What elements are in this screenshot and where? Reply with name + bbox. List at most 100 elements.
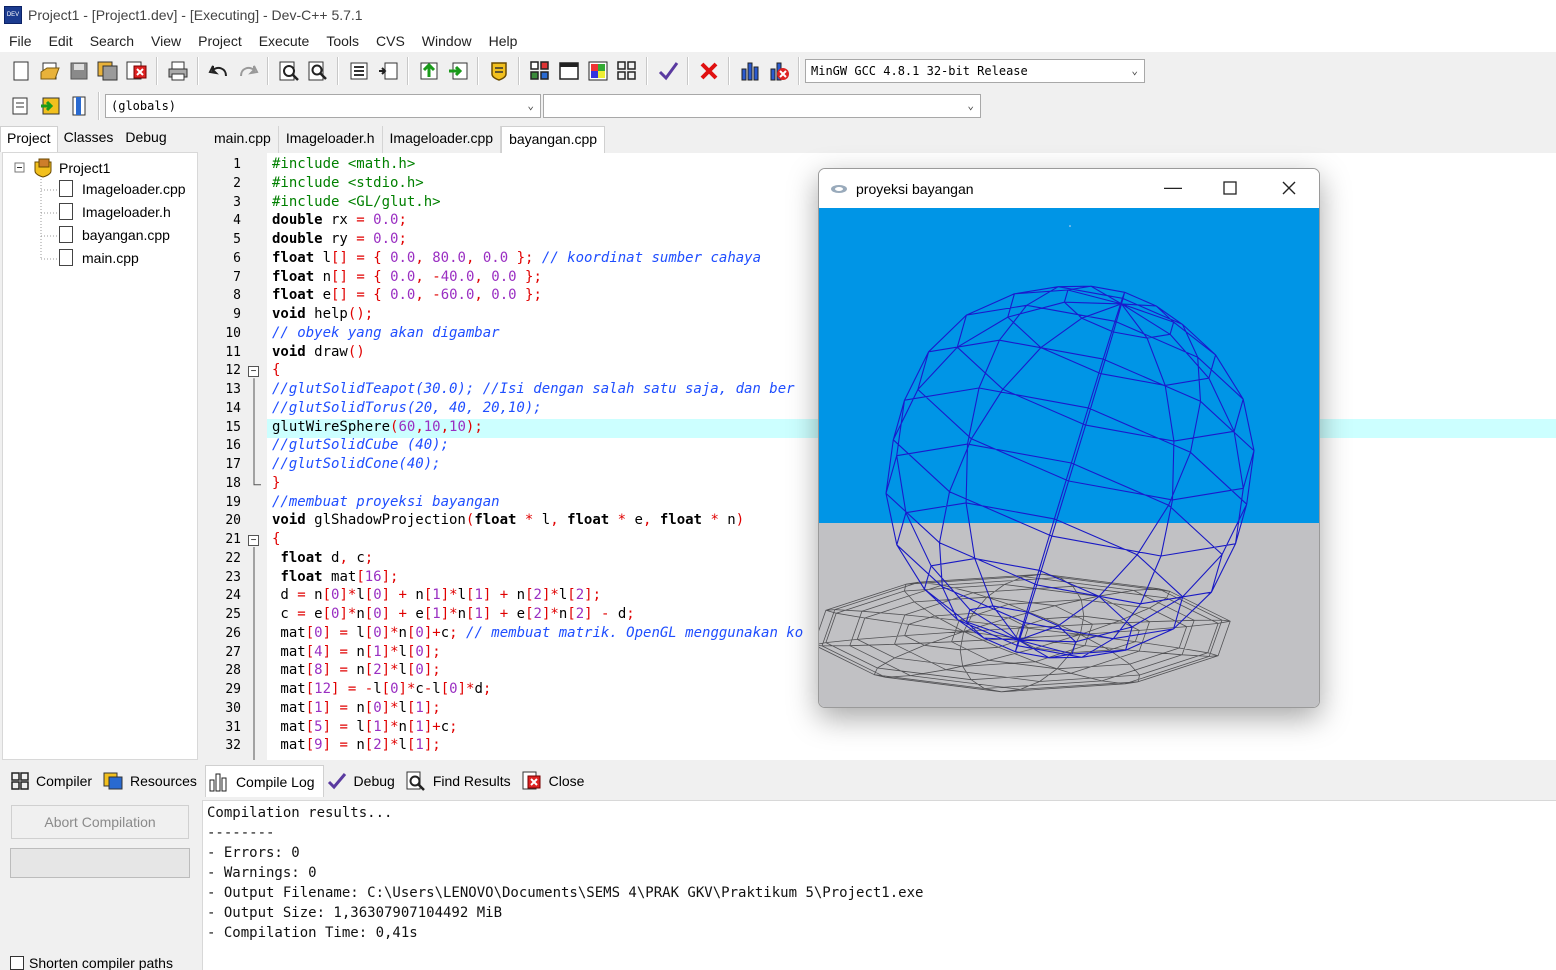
run-button[interactable] — [556, 58, 582, 84]
menu-cvs[interactable]: CVS — [367, 33, 413, 49]
tab-label: Compile Log — [235, 773, 315, 790]
minimize-icon: — — [1164, 177, 1182, 197]
compile-button[interactable] — [527, 58, 553, 84]
gl-window-titlebar[interactable]: proyeksi bayangan — [819, 169, 1319, 208]
tree-file-bayangan-cpp[interactable]: bayangan.cpp — [59, 226, 170, 243]
bar-chart-icon — [741, 62, 758, 81]
chevron-down-icon: ⌄ — [1131, 64, 1138, 77]
toggle-bookmark-button[interactable] — [66, 93, 92, 119]
project-options-icon — [490, 62, 507, 81]
source-file-icon — [59, 249, 73, 266]
insert-button[interactable] — [8, 93, 34, 119]
shorten-paths-checkbox[interactable] — [10, 956, 24, 970]
tab-classes[interactable]: Classes — [58, 126, 120, 152]
gl-window-title: proyeksi bayangan — [856, 180, 974, 197]
new-file-icon — [13, 61, 28, 81]
log-line: - Warnings: 0 — [207, 865, 317, 881]
undo-button[interactable] — [206, 58, 232, 84]
print-button[interactable] — [165, 58, 191, 84]
menu-search[interactable]: Search — [81, 33, 142, 49]
save-all-button[interactable] — [95, 58, 121, 84]
tab-compile-log[interactable]: Compile Log — [204, 765, 324, 797]
redo-icon — [239, 65, 258, 77]
stop-execution-button[interactable] — [696, 58, 722, 84]
gl-sky — [819, 208, 1319, 523]
tab-imageloader-h[interactable]: Imageloader.h — [279, 126, 383, 153]
open-button[interactable] — [37, 58, 63, 84]
code-line: mat[9] = n[2]*l[1]; — [272, 737, 441, 754]
tab-label: Compiler — [36, 773, 93, 789]
project-options-button[interactable] — [486, 58, 512, 84]
close-file-button[interactable] — [124, 58, 150, 84]
tree-file-imageloader-h[interactable]: Imageloader.h — [59, 203, 171, 220]
profile-button[interactable] — [737, 58, 763, 84]
function-select[interactable]: ⌄ — [543, 94, 981, 118]
code-line: //glutSolidTeapot(30.0); //Isi dengan sa… — [272, 381, 795, 397]
log-line: - Output Size: 1,36307907104492 MiB — [207, 905, 503, 921]
log-line: Compilation results... — [207, 805, 393, 821]
syntax-check-button[interactable] — [655, 58, 681, 84]
compiler-select[interactable]: MinGW GCC 4.8.1 32-bit Release ⌄ — [805, 59, 1145, 83]
remove-from-project-icon — [448, 62, 467, 80]
tree-file-imageloader-cpp[interactable]: Imageloader.cpp — [59, 180, 186, 197]
menu-window[interactable]: Window — [413, 33, 480, 49]
tab-debug-output[interactable]: Debug — [324, 765, 403, 797]
open-folder-icon — [40, 62, 60, 80]
save-button[interactable] — [66, 58, 92, 84]
redo-button[interactable] — [235, 58, 261, 84]
tab-debug[interactable]: Debug — [119, 126, 172, 152]
gl-floor-tint — [819, 523, 1319, 707]
unindent-button[interactable] — [375, 58, 401, 84]
tab-project[interactable]: Project — [0, 126, 58, 152]
log-line: -------- — [207, 825, 275, 841]
title-bar: DEV Project1 - [Project1.dev] - [Executi… — [0, 0, 1556, 30]
indent-button[interactable] — [346, 58, 372, 84]
menu-project[interactable]: Project — [189, 33, 250, 49]
replace-button[interactable] — [305, 58, 331, 84]
checkmark-icon — [658, 62, 678, 81]
new-file-button[interactable] — [8, 58, 34, 84]
tab-imageloader-cpp[interactable]: Imageloader.cpp — [383, 126, 502, 153]
rebuild-all-button[interactable] — [614, 58, 640, 84]
code-line: //glutSolidCube (40); — [272, 437, 450, 454]
code-line: double rx = 0.0; — [272, 212, 407, 229]
window-title: Project1 - [Project1.dev] - [Executing] … — [28, 7, 363, 23]
menu-execute[interactable]: Execute — [250, 33, 318, 49]
delete-profile-button[interactable] — [766, 58, 792, 84]
menu-tools[interactable]: Tools — [317, 33, 367, 49]
compile-run-button[interactable] — [585, 58, 611, 84]
abort-compilation-button[interactable]: Abort Compilation — [11, 805, 189, 839]
close-button[interactable] — [1275, 177, 1303, 201]
code-line: #include <stdio.h> — [272, 174, 424, 191]
chevron-down-icon: ⌄ — [527, 99, 534, 112]
gl-output-window[interactable]: proyeksi bayangan — — [818, 168, 1320, 708]
add-to-project-button[interactable] — [416, 58, 442, 84]
tab-main-cpp[interactable]: main.cpp — [207, 126, 279, 153]
project-tree: Project1 Imageloader.cpp Imageloader.h b… — [2, 152, 198, 760]
scope-select[interactable]: (globals) ⌄ — [105, 94, 541, 118]
code-line: //glutSolidCone(40); — [272, 456, 441, 472]
tab-bayangan-cpp[interactable]: bayangan.cpp — [501, 126, 606, 153]
left-panel-tabs: Project Classes Debug — [0, 126, 200, 152]
menu-file[interactable]: File — [0, 33, 40, 49]
header-file-icon — [59, 203, 73, 220]
log-line: - Compilation Time: 0,41s — [207, 925, 418, 941]
menu-edit[interactable]: Edit — [40, 33, 81, 49]
minimize-button[interactable]: — — [1159, 177, 1187, 201]
shorten-paths-option[interactable]: Shorten compiler paths — [10, 955, 173, 970]
tab-find-results[interactable]: Find Results — [403, 765, 519, 797]
menu-help[interactable]: Help — [480, 33, 526, 49]
tab-resources[interactable]: Resources — [100, 765, 205, 797]
close-icon — [1282, 181, 1296, 195]
find-button[interactable] — [276, 58, 302, 84]
tab-compiler[interactable]: Compiler — [8, 765, 100, 797]
remove-from-project-button[interactable] — [445, 58, 471, 84]
tree-node-project1[interactable]: Project1 — [33, 158, 110, 178]
close-file-icon — [126, 61, 146, 80]
maximize-button[interactable] — [1216, 177, 1244, 201]
tree-file-main-cpp[interactable]: main.cpp — [59, 249, 139, 266]
compile-log-pane[interactable]: Compilation results... -------- - Errors… — [202, 800, 1556, 970]
tab-close[interactable]: Close — [519, 765, 593, 797]
goto-bookmark-button[interactable] — [37, 93, 63, 119]
menu-view[interactable]: View — [142, 33, 189, 49]
